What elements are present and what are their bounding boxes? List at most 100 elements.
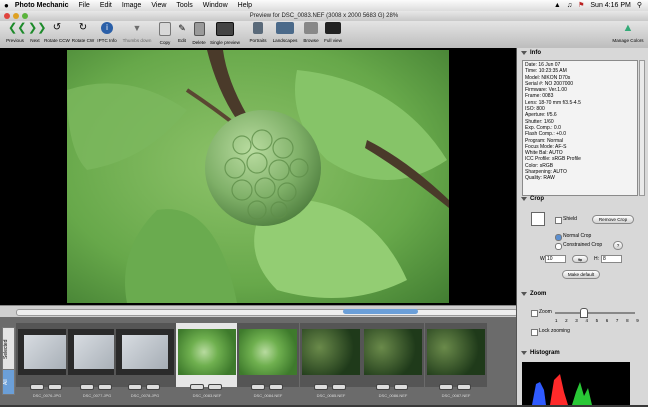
close-window-button[interactable]: [4, 13, 10, 19]
rotate-thumb-button[interactable]: [30, 384, 44, 390]
menu-tools[interactable]: Tools: [176, 2, 192, 9]
zoom-slider-knob[interactable]: [580, 308, 588, 318]
tag-thumb-button[interactable]: [208, 384, 222, 390]
thumbnail-image[interactable]: [364, 329, 422, 375]
info-line: Quality: RAW: [525, 175, 555, 182]
make-default-button[interactable]: Make default: [562, 270, 600, 279]
thumbs-down-button[interactable]: ▼ Thumbs down: [122, 22, 152, 44]
rotate-thumb-button[interactable]: [439, 384, 453, 390]
thumbnail-image[interactable]: [116, 329, 174, 375]
menu-window[interactable]: Window: [203, 2, 228, 9]
portrait-icon: [253, 22, 263, 34]
filmstrip-tabs: Selected All: [2, 327, 15, 395]
info-scrollbar[interactable]: [639, 60, 645, 196]
thumbnail-cell[interactable]: DSC_0086.NEF: [362, 323, 424, 398]
thumbnail-filename: DSC_0084.NEF: [253, 393, 283, 398]
crop-width-field[interactable]: 10: [545, 255, 566, 263]
scroll-thumb[interactable]: [343, 309, 418, 314]
menubar-clock[interactable]: Sun 4:16 PM: [590, 2, 630, 9]
histogram-chart: [522, 362, 630, 405]
tag-thumb-button[interactable]: [394, 384, 408, 390]
minimize-window-button[interactable]: [13, 13, 19, 19]
scroll-track[interactable]: [16, 309, 518, 316]
constrained-crop-radio[interactable]: [555, 243, 562, 250]
thumbnail-image[interactable]: [302, 329, 360, 375]
crop-panel-title: Crop: [530, 196, 544, 202]
remove-crop-button[interactable]: Remove Crop: [592, 215, 634, 224]
disclosure-triangle-icon[interactable]: [521, 292, 527, 296]
tag-thumb-button[interactable]: [48, 384, 62, 390]
thumbnail-filename: DSC_0087.NEF: [441, 393, 471, 398]
toolbar: ❮❮ Previous ❯❯ Next ↺ Rotate CCW ↻ Rotate CW…: [0, 21, 648, 49]
full-view-button[interactable]: Full view: [318, 22, 348, 44]
crop-help-button[interactable]: ?: [613, 241, 623, 250]
rotate-thumb-button[interactable]: [128, 384, 142, 390]
tab-selected[interactable]: Selected: [2, 327, 15, 371]
thumbnail-controls: [439, 384, 471, 390]
histogram-panel-header[interactable]: Histogram: [521, 350, 560, 356]
disclosure-triangle-icon[interactable]: [521, 51, 527, 55]
iptc-info-button[interactable]: i IPTC Info: [92, 22, 122, 44]
zoom-window-button[interactable]: [22, 13, 28, 19]
thumbnail-cell[interactable]: DSC_0087.NEF: [425, 323, 487, 398]
normal-crop-label: Normal Crop: [563, 233, 592, 239]
single-preview-button[interactable]: Single preview: [208, 22, 242, 46]
thumbnail-cell[interactable]: DSC_0083.NEF: [176, 323, 238, 398]
volume-icon[interactable]: ♫: [567, 2, 572, 9]
thumbnail-image[interactable]: [178, 329, 236, 375]
tag-thumb-button[interactable]: [269, 384, 283, 390]
thumbnail-controls: [251, 384, 283, 390]
tag-thumb-button[interactable]: [457, 384, 471, 390]
window-titlebar: Preview for DSC_0083.NEF (3008 x 2000 56…: [0, 11, 648, 21]
shield-checkbox[interactable]: [555, 217, 562, 224]
normal-crop-radio[interactable]: [555, 234, 562, 241]
rotate-thumb-button[interactable]: [80, 384, 94, 390]
portraits-button[interactable]: Portraits: [243, 22, 273, 44]
menu-edit[interactable]: Edit: [100, 2, 112, 9]
tag-thumb-button[interactable]: [146, 384, 160, 390]
histogram-panel-title: Histogram: [530, 350, 560, 356]
tag-thumb-button[interactable]: [332, 384, 346, 390]
apple-menu-icon[interactable]: ●: [4, 1, 9, 10]
manage-colors-button[interactable]: ▲ Manage Colors: [610, 22, 646, 44]
swap-dimensions-button[interactable]: ⇆: [572, 255, 588, 263]
zoom-panel-header[interactable]: Zoom: [521, 291, 546, 297]
zoom-checkbox[interactable]: [531, 310, 538, 317]
flag-icon[interactable]: ⚑: [578, 1, 584, 9]
rotate-thumb-button[interactable]: [376, 384, 390, 390]
info-panel-header[interactable]: Info: [521, 50, 541, 56]
zoom-slider-track[interactable]: [555, 312, 635, 314]
thumbnail-cell[interactable]: DSC_0084.NEF: [237, 323, 299, 398]
menu-help[interactable]: Help: [238, 2, 252, 9]
disclosure-triangle-icon[interactable]: [521, 197, 527, 201]
lock-zooming-checkbox[interactable]: [531, 329, 538, 336]
thumbnail-cell[interactable]: DSC_0078.JPG: [114, 323, 176, 398]
rotate-thumb-button[interactable]: [190, 384, 204, 390]
preview-image[interactable]: [67, 50, 449, 303]
rotate-thumb-button[interactable]: [251, 384, 265, 390]
menu-file[interactable]: File: [79, 2, 90, 9]
rotate-ccw-icon: ↺: [52, 22, 62, 33]
app-menu[interactable]: Photo Mechanic: [15, 2, 69, 9]
inspector-panel: Info Date: 16 Jun 07 Time: 10:23:35 AM Mod…: [516, 48, 648, 405]
crop-height-field[interactable]: 8: [601, 255, 622, 263]
spotlight-icon[interactable]: ⚲: [637, 1, 642, 9]
preview-area[interactable]: [0, 48, 516, 305]
wifi-icon[interactable]: ▲: [554, 2, 561, 9]
crop-tool-icon[interactable]: [531, 212, 545, 226]
tab-all[interactable]: All: [2, 369, 15, 395]
constrained-crop-label: Constrained Crop: [563, 242, 603, 248]
menu-image[interactable]: Image: [122, 2, 141, 9]
zoom-label: Zoom: [539, 309, 552, 315]
rotate-thumb-button[interactable]: [314, 384, 328, 390]
thumbnail-image[interactable]: [427, 329, 485, 375]
thumbnail-cell[interactable]: DSC_0085.NEF: [300, 323, 362, 398]
thumbnail-filename: DSC_0083.NEF: [192, 393, 222, 398]
disclosure-triangle-icon[interactable]: [521, 351, 527, 355]
crop-panel-header[interactable]: Crop: [521, 196, 544, 202]
menu-view[interactable]: View: [151, 2, 166, 9]
thumbnail-filename: DSC_0085.NEF: [316, 393, 346, 398]
info-panel-title: Info: [530, 50, 541, 56]
thumbnail-image[interactable]: [239, 329, 297, 375]
tag-thumb-button[interactable]: [98, 384, 112, 390]
